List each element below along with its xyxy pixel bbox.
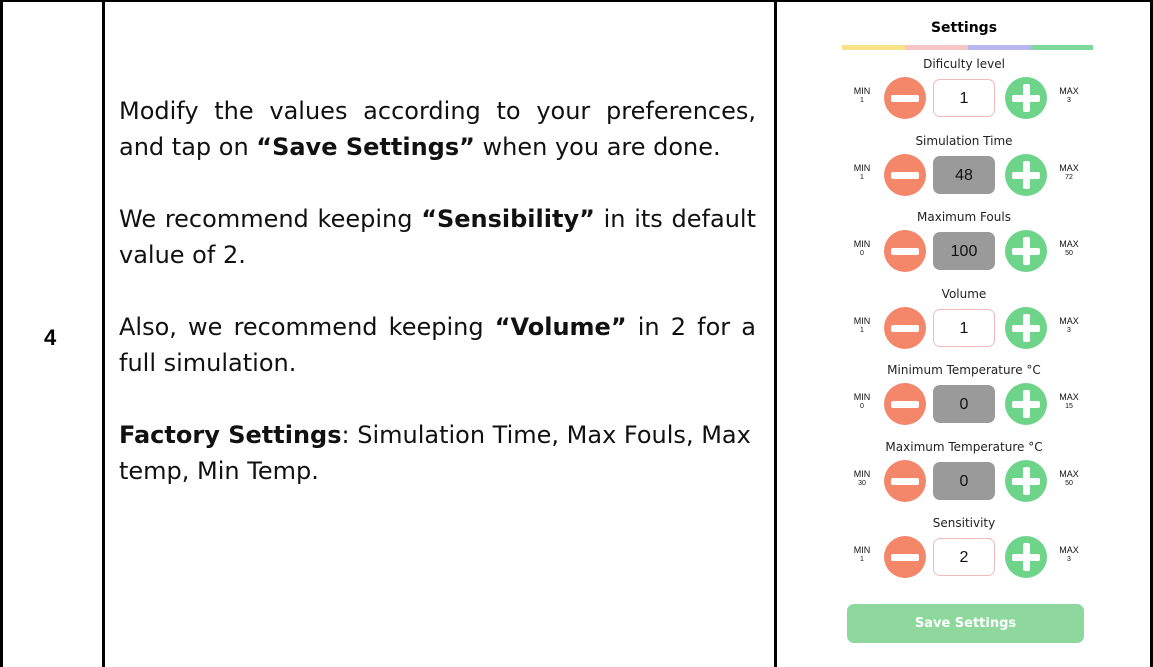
- settings-title: Settings: [930, 20, 998, 36]
- max-indicator: MAX 3: [1054, 315, 1084, 335]
- min-label: MIN: [853, 315, 871, 326]
- increment-button[interactable]: [1005, 77, 1047, 119]
- setting-label: Maximum Temperature °C: [885, 439, 1043, 454]
- decrement-button[interactable]: [884, 77, 926, 119]
- instruction-paragraph: Also, we recommend keeping “Volume” in 2…: [119, 313, 756, 377]
- max-indicator: MAX 50: [1054, 240, 1084, 258]
- max-value: 15: [1065, 403, 1073, 410]
- max-value: 3: [1067, 556, 1071, 563]
- minus-icon: [891, 477, 919, 485]
- setting-value-field[interactable]: 2: [933, 538, 995, 576]
- min-value: 0: [860, 250, 864, 257]
- increment-button[interactable]: [1005, 153, 1047, 196]
- max-label: MAX: [1059, 86, 1079, 96]
- minus-icon: [891, 248, 919, 255]
- increment-button[interactable]: [1005, 536, 1047, 578]
- decrement-button[interactable]: [884, 153, 926, 196]
- min-label: MIN: [853, 468, 871, 479]
- max-label: MAX: [1059, 239, 1079, 249]
- increment-button[interactable]: [1005, 383, 1047, 425]
- min-value: 0: [860, 403, 864, 410]
- min-label: MIN: [853, 239, 871, 249]
- minus-icon: [891, 324, 919, 332]
- min-value: 1: [860, 173, 864, 181]
- setting-label: Simulation Time: [915, 133, 1013, 148]
- min-indicator: MIN 1: [847, 546, 877, 564]
- setting-label: Sensitivity: [932, 516, 996, 530]
- decrement-button[interactable]: [884, 536, 926, 578]
- min-label: MIN: [853, 392, 871, 402]
- decrement-button[interactable]: [884, 230, 926, 272]
- setting-value-field[interactable]: 1: [933, 308, 995, 347]
- min-value: 30: [858, 479, 866, 487]
- min-indicator: MIN 1: [847, 315, 877, 335]
- minus-icon: [891, 171, 919, 179]
- color-bar-segment: [1031, 45, 1093, 50]
- save-settings-button[interactable]: Save Settings: [847, 604, 1084, 643]
- setting-label: Volume: [941, 286, 987, 301]
- setting-value-field[interactable]: 1: [933, 79, 995, 117]
- instruction-paragraph: We recommend keeping “Sensibility” in it…: [119, 205, 756, 269]
- setting-label: Dificulty level: [923, 57, 1005, 71]
- setting-value-field: 0: [933, 385, 995, 423]
- minus-icon: [891, 401, 919, 408]
- min-indicator: MIN 1: [847, 162, 877, 182]
- max-label: MAX: [1059, 392, 1079, 402]
- min-label: MIN: [853, 86, 871, 96]
- decrement-button[interactable]: [884, 306, 926, 349]
- minus-icon: [891, 554, 919, 561]
- setting-label: Minimum Temperature °C: [887, 363, 1041, 377]
- column-divider: [102, 0, 105, 667]
- color-bar-segment: [968, 45, 1031, 50]
- setting-label: Maximum Fouls: [917, 210, 1011, 224]
- max-value: 50: [1065, 479, 1073, 487]
- max-indicator: MAX 72: [1054, 162, 1084, 182]
- setting-value-field: 100: [933, 232, 995, 270]
- settings-screenshot: Settings Dificulty level MIN 1 1 MAX 3 S…: [776, 0, 1152, 667]
- min-value: 1: [860, 326, 864, 334]
- max-indicator: MAX 3: [1054, 87, 1084, 105]
- min-indicator: MIN 30: [847, 468, 877, 488]
- increment-button[interactable]: [1005, 230, 1047, 272]
- min-indicator: MIN 0: [847, 240, 877, 258]
- min-indicator: MIN 1: [847, 87, 877, 105]
- increment-button[interactable]: [1005, 306, 1047, 349]
- minus-icon: [891, 95, 919, 102]
- max-label: MAX: [1059, 315, 1079, 326]
- max-value: 3: [1067, 97, 1071, 104]
- setting-value-field: 0: [933, 461, 995, 500]
- min-value: 1: [860, 556, 864, 563]
- min-label: MIN: [853, 162, 871, 173]
- max-label: MAX: [1059, 162, 1079, 173]
- increment-button[interactable]: [1005, 459, 1047, 502]
- max-value: 50: [1065, 250, 1073, 257]
- min-indicator: MIN 0: [847, 393, 877, 411]
- instructions-column: Modify the values according to your pref…: [119, 93, 756, 525]
- max-value: 72: [1065, 173, 1073, 181]
- min-value: 1: [860, 97, 864, 104]
- max-value: 3: [1067, 326, 1071, 334]
- setting-value-field: 48: [933, 155, 995, 194]
- min-label: MIN: [853, 545, 871, 555]
- instruction-paragraph: Factory Settings: Simulation Time, Max F…: [119, 421, 751, 485]
- max-label: MAX: [1059, 468, 1079, 479]
- decrement-button[interactable]: [884, 383, 926, 425]
- max-indicator: MAX 15: [1054, 393, 1084, 411]
- max-indicator: MAX 3: [1054, 546, 1084, 564]
- max-indicator: MAX 50: [1054, 468, 1084, 488]
- color-bar-segment: [842, 45, 905, 50]
- decrement-button[interactable]: [884, 459, 926, 502]
- step-number: 4: [44, 325, 57, 350]
- max-label: MAX: [1059, 545, 1079, 555]
- table-left-border: [0, 0, 3, 667]
- instruction-paragraph: Modify the values according to your pref…: [119, 97, 756, 161]
- color-bar-segment: [905, 45, 968, 50]
